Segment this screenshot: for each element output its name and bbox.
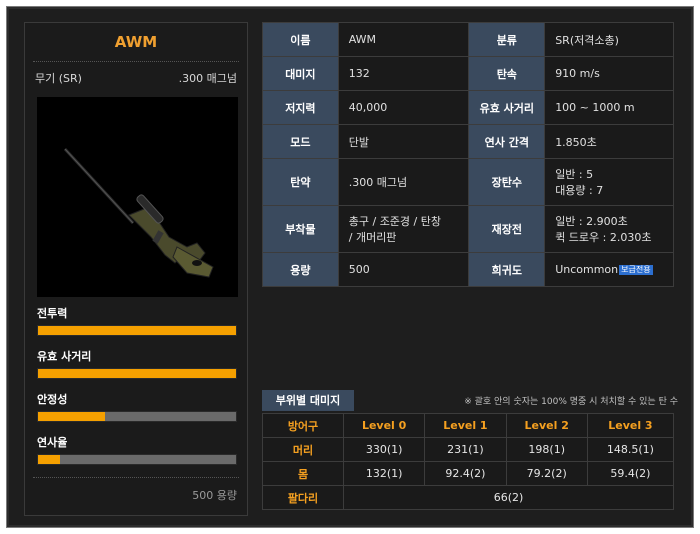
info-value: 총구 / 조준경 / 탄창 / 개머리판: [337, 205, 470, 253]
attachments-line-2: / 개머리판: [348, 231, 397, 244]
info-key: 희귀도: [468, 252, 546, 287]
info-key: 분류: [468, 22, 546, 57]
capacity-note: 500 용량: [192, 489, 237, 502]
info-value: AWM: [337, 22, 470, 57]
info-key: 모드: [262, 124, 339, 159]
column-header: Level 1: [424, 413, 507, 438]
weapon-info-table: 이름 AWM 분류 SR(저격소총) 대미지 132 탄속 910 m/s 저지…: [262, 22, 674, 287]
info-value: 40,000: [337, 90, 470, 125]
info-row: 대미지 132 탄속 910 m/s: [262, 56, 674, 91]
info-key: 유효 사거리: [468, 90, 546, 125]
stat-label: 안정성: [37, 393, 68, 406]
supply-only-badge: 보급전용: [619, 265, 653, 275]
info-key: 대미지: [262, 56, 339, 91]
info-value: SR(저격소총): [544, 22, 674, 57]
attachments-line-1: 총구 / 조준경 / 탄창: [348, 215, 441, 228]
stat-label: 전투력: [37, 307, 68, 320]
info-row: 탄약 .300 매그넘 장탄수 일반 : 5 대용량 : 7: [262, 158, 674, 206]
info-key: 이름: [262, 22, 339, 57]
info-row: 모드 단발 연사 간격 1.850초: [262, 124, 674, 159]
stat-bar: [37, 368, 237, 379]
info-key: 연사 간격: [468, 124, 546, 159]
rifle-icon: [63, 147, 214, 278]
info-row: 용량 500 희귀도 Uncommon 보급전용: [262, 252, 674, 287]
info-key: 장탄수: [468, 158, 546, 206]
table-cell: 198(1): [505, 437, 588, 462]
stat-bar: [37, 325, 237, 336]
table-row: 팔다리 66(2): [262, 485, 674, 510]
tab-part-damage[interactable]: 부위별 대미지: [262, 390, 354, 411]
stat-label: 유효 사거리: [37, 350, 92, 363]
info-value: 100 ~ 1000 m: [544, 90, 674, 125]
divider: [33, 477, 239, 478]
mag-extended: 대용량 : 7: [555, 184, 604, 197]
part-label: 몸: [262, 461, 344, 486]
rarity-value: Uncommon: [555, 263, 619, 276]
mag-normal: 일반 : 5: [555, 168, 594, 181]
column-header: 방어구: [262, 413, 344, 438]
table-header-row: 방어구 Level 0 Level 1 Level 2 Level 3: [262, 413, 675, 438]
table-row: 몸 132(1) 92.4(2) 79.2(2) 59.4(2): [262, 461, 675, 486]
reload-quick: 퀵 드로우 : 2.030초: [555, 231, 652, 244]
info-row: 부착물 총구 / 조준경 / 탄창 / 개머리판 재장전 일반 : 2.900초…: [262, 205, 674, 253]
table-cell: 148.5(1): [586, 437, 675, 462]
info-key: 부착물: [262, 205, 339, 253]
weapon-image: [37, 97, 238, 297]
stat-range: 유효 사거리: [37, 348, 237, 379]
info-value: 500: [337, 252, 470, 287]
info-key: 탄속: [468, 56, 546, 91]
part-label: 머리: [262, 437, 344, 462]
stat-bar-fill: [38, 412, 106, 421]
info-value: 1.850초: [544, 124, 674, 159]
info-key: 탄약: [262, 158, 339, 206]
weapon-ammo: .300 매그넘: [178, 72, 237, 85]
weapon-name: AWM: [114, 33, 158, 51]
table-row: 머리 330(1) 231(1) 198(1) 148.5(1): [262, 437, 675, 462]
stat-bar-fill: [38, 326, 236, 335]
info-value: 단발: [337, 124, 470, 159]
info-value: 910 m/s: [544, 56, 674, 91]
info-key: 저지력: [262, 90, 339, 125]
weapon-summary-panel: AWM 무기 (SR) .300 매그넘 전투력 유효 사거리 안정성 연사율: [24, 22, 248, 516]
column-header: Level 2: [505, 413, 588, 438]
table-cell: 92.4(2): [424, 461, 507, 486]
stat-bar: [37, 411, 237, 422]
stat-stability: 안정성: [37, 391, 237, 422]
divider: [33, 61, 239, 62]
table-cell: 79.2(2): [505, 461, 588, 486]
table-cell: 231(1): [424, 437, 507, 462]
table-cell: 66(2): [343, 485, 674, 510]
info-key: 재장전: [468, 205, 546, 253]
stat-fire-rate: 연사율: [37, 434, 237, 465]
part-damage-table: 방어구 Level 0 Level 1 Level 2 Level 3 머리 3…: [262, 413, 675, 510]
info-key: 용량: [262, 252, 339, 287]
table-cell: 330(1): [342, 437, 426, 462]
info-value: 일반 : 5 대용량 : 7: [544, 158, 674, 206]
table-cell: 59.4(2): [586, 461, 675, 486]
info-row: 이름 AWM 분류 SR(저격소총): [262, 22, 674, 57]
info-value: 132: [337, 56, 470, 91]
damage-note: ※ 괄호 안의 숫자는 100% 명중 시 처치할 수 있는 탄 수: [464, 397, 678, 407]
stat-power: 전투력: [37, 305, 237, 336]
info-value: Uncommon 보급전용: [544, 252, 674, 287]
stat-bar-fill: [38, 455, 60, 464]
column-header: Level 3: [586, 413, 675, 438]
part-label: 팔다리: [262, 485, 344, 510]
reload-normal: 일반 : 2.900초: [555, 215, 628, 228]
column-header: Level 0: [342, 413, 426, 438]
weapon-type: 무기 (SR): [35, 72, 82, 85]
stat-label: 연사율: [37, 436, 68, 449]
stat-bar-fill: [38, 369, 236, 378]
table-cell: 132(1): [342, 461, 426, 486]
stat-bar: [37, 454, 237, 465]
info-value: .300 매그넘: [337, 158, 470, 206]
info-row: 저지력 40,000 유효 사거리 100 ~ 1000 m: [262, 90, 674, 125]
info-value: 일반 : 2.900초 퀵 드로우 : 2.030초: [544, 205, 674, 253]
